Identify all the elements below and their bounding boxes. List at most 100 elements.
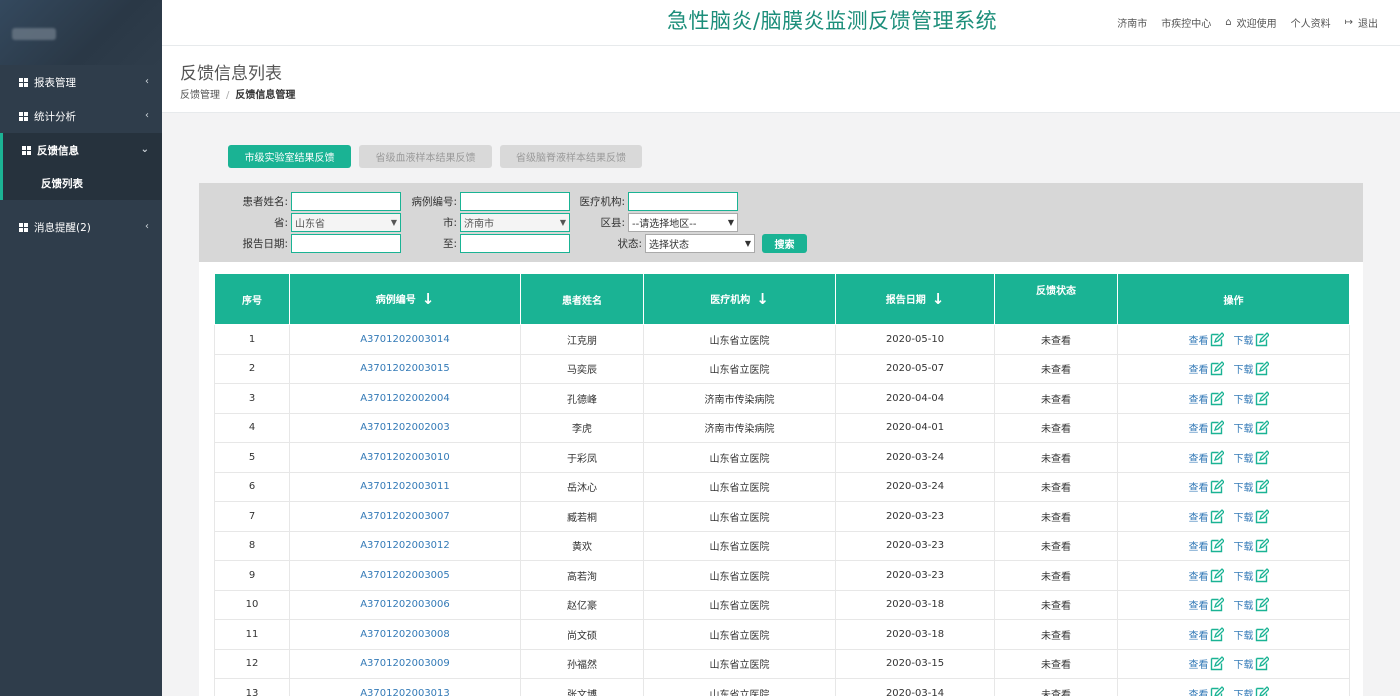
- sidebar-subitem-feedback-list[interactable]: 反馈列表: [0, 167, 162, 200]
- cell-index: 9: [214, 560, 290, 591]
- download-button[interactable]: 下载: [1234, 656, 1279, 671]
- view-button[interactable]: 查看: [1189, 656, 1234, 671]
- cell-case-no[interactable]: A3701202003008: [289, 619, 521, 650]
- sidebar-item-messages[interactable]: 消息提醒(2) ‹: [0, 210, 162, 244]
- patient-name-input[interactable]: [291, 191, 401, 211]
- cell-case-no[interactable]: A3701202002003: [289, 412, 521, 443]
- cell-report-date: 2020-03-15: [835, 648, 995, 679]
- view-button[interactable]: 查看: [1189, 567, 1234, 583]
- grid-icon: [19, 222, 28, 232]
- download-button[interactable]: 下载: [1234, 390, 1279, 406]
- download-button[interactable]: 下载: [1234, 567, 1279, 583]
- view-button[interactable]: 查看: [1189, 449, 1234, 465]
- case-no-link[interactable]: A3701202003006: [360, 599, 450, 610]
- district-select[interactable]: --请选择地区-- ▼: [628, 212, 738, 232]
- cell-report-date: 2020-05-10: [835, 324, 995, 355]
- col-header-index: 序号: [214, 273, 290, 325]
- report-date-start-input[interactable]: [291, 233, 401, 253]
- welcome-link[interactable]: ⌂ 欢迎使用: [1225, 15, 1276, 30]
- tab-province-blood-feedback[interactable]: 省级血液样本结果反馈: [359, 145, 492, 168]
- profile-link[interactable]: 个人资料: [1291, 15, 1331, 30]
- view-button[interactable]: 查看: [1189, 390, 1234, 406]
- cell-feedback-status: 未查看: [994, 589, 1118, 620]
- cell-case-no[interactable]: A3701202003015: [289, 353, 521, 384]
- cell-feedback-status: 未查看: [994, 560, 1118, 591]
- case-no-link[interactable]: A3701202003014: [360, 334, 450, 345]
- col-header-case-no[interactable]: 病例编号 ↓: [289, 273, 521, 325]
- edit-icon: [1255, 449, 1269, 464]
- view-button[interactable]: 查看: [1189, 626, 1234, 642]
- cell-case-no[interactable]: A3701202003011: [289, 471, 521, 502]
- tab-city-lab-feedback[interactable]: 市级实验室结果反馈: [228, 145, 351, 168]
- case-no-link[interactable]: A3701202002004: [360, 393, 450, 404]
- download-button[interactable]: 下载: [1234, 331, 1279, 347]
- cell-case-no[interactable]: A3701202003005: [289, 560, 521, 591]
- province-select[interactable]: 山东省 ▼: [291, 212, 401, 232]
- city-select[interactable]: 济南市 ▼: [460, 212, 570, 232]
- download-button[interactable]: 下载: [1234, 626, 1279, 642]
- report-date-end-input[interactable]: [460, 233, 570, 253]
- search-button[interactable]: 搜索: [762, 233, 807, 253]
- cell-feedback-status: 未查看: [994, 619, 1118, 650]
- case-no-link[interactable]: A3701202003008: [360, 629, 450, 640]
- case-no-link[interactable]: A3701202003012: [360, 540, 450, 551]
- cell-institution: 山东省立医院: [643, 619, 836, 650]
- cell-report-date: 2020-03-24: [835, 471, 995, 502]
- cell-patient-name: 尚文硕: [520, 619, 644, 650]
- institution-label: 医疗机构:: [579, 195, 625, 208]
- view-button[interactable]: 查看: [1189, 597, 1234, 612]
- breadcrumb-item[interactable]: 反馈管理: [180, 90, 220, 101]
- logo: [12, 28, 56, 40]
- view-button[interactable]: 查看: [1189, 508, 1234, 524]
- edit-icon: [1255, 626, 1269, 641]
- download-button[interactable]: 下载: [1234, 361, 1279, 376]
- sidebar-item-reports[interactable]: 报表管理 ‹: [0, 65, 162, 99]
- download-button[interactable]: 下载: [1234, 538, 1279, 553]
- sidebar-item-statistics[interactable]: 统计分析 ‹: [0, 99, 162, 133]
- view-button[interactable]: 查看: [1189, 420, 1234, 435]
- case-no-link[interactable]: A3701202003015: [360, 363, 450, 374]
- view-button[interactable]: 查看: [1189, 538, 1234, 553]
- download-button[interactable]: 下载: [1234, 685, 1279, 696]
- cell-case-no[interactable]: A3701202003007: [289, 501, 521, 532]
- case-no-link[interactable]: A3701202003013: [360, 688, 450, 696]
- cell-feedback-status: 未查看: [994, 471, 1118, 502]
- download-button[interactable]: 下载: [1234, 449, 1279, 465]
- download-button[interactable]: 下载: [1234, 479, 1279, 494]
- cell-case-no[interactable]: A3701202003006: [289, 589, 521, 620]
- view-button[interactable]: 查看: [1189, 361, 1234, 376]
- view-button[interactable]: 查看: [1189, 331, 1234, 347]
- view-button[interactable]: 查看: [1189, 479, 1234, 494]
- download-button[interactable]: 下载: [1234, 508, 1279, 524]
- view-button[interactable]: 查看: [1189, 685, 1234, 696]
- cell-actions: 查看 下载: [1117, 560, 1350, 591]
- case-no-link[interactable]: A3701202003005: [360, 570, 450, 581]
- cell-case-no[interactable]: A3701202003014: [289, 324, 521, 355]
- logout-link[interactable]: ↦ 退出: [1345, 15, 1378, 30]
- cell-patient-name: 于彩凤: [520, 442, 644, 473]
- col-header-institution[interactable]: 医疗机构 ↓: [643, 273, 836, 325]
- download-button[interactable]: 下载: [1234, 420, 1279, 435]
- case-no-link[interactable]: A3701202003009: [360, 658, 450, 669]
- institution-input[interactable]: [628, 191, 738, 211]
- cell-case-no[interactable]: A3701202003009: [289, 648, 521, 679]
- patient-name-label: 患者姓名:: [242, 195, 288, 208]
- cell-actions: 查看 下载: [1117, 324, 1350, 355]
- cell-institution: 山东省立医院: [643, 442, 836, 473]
- tab-province-csf-feedback[interactable]: 省级脑脊液样本结果反馈: [500, 145, 642, 168]
- col-header-report-date[interactable]: 报告日期 ↓: [835, 273, 995, 325]
- cell-feedback-status: 未查看: [994, 648, 1118, 679]
- sidebar-item-feedback[interactable]: 反馈信息 ⌄: [0, 133, 162, 167]
- province-label: 省:: [273, 216, 288, 229]
- cell-case-no[interactable]: A3701202003013: [289, 678, 521, 696]
- case-no-link[interactable]: A3701202003011: [360, 481, 450, 492]
- case-no-link[interactable]: A3701202003010: [360, 452, 450, 463]
- download-button[interactable]: 下载: [1234, 597, 1279, 612]
- status-select[interactable]: 选择状态 ▼: [645, 233, 755, 253]
- cell-case-no[interactable]: A3701202002004: [289, 383, 521, 414]
- cell-case-no[interactable]: A3701202003010: [289, 442, 521, 473]
- case-no-input[interactable]: [460, 191, 570, 211]
- case-no-link[interactable]: A3701202002003: [360, 422, 450, 433]
- case-no-link[interactable]: A3701202003007: [360, 511, 450, 522]
- cell-case-no[interactable]: A3701202003012: [289, 530, 521, 561]
